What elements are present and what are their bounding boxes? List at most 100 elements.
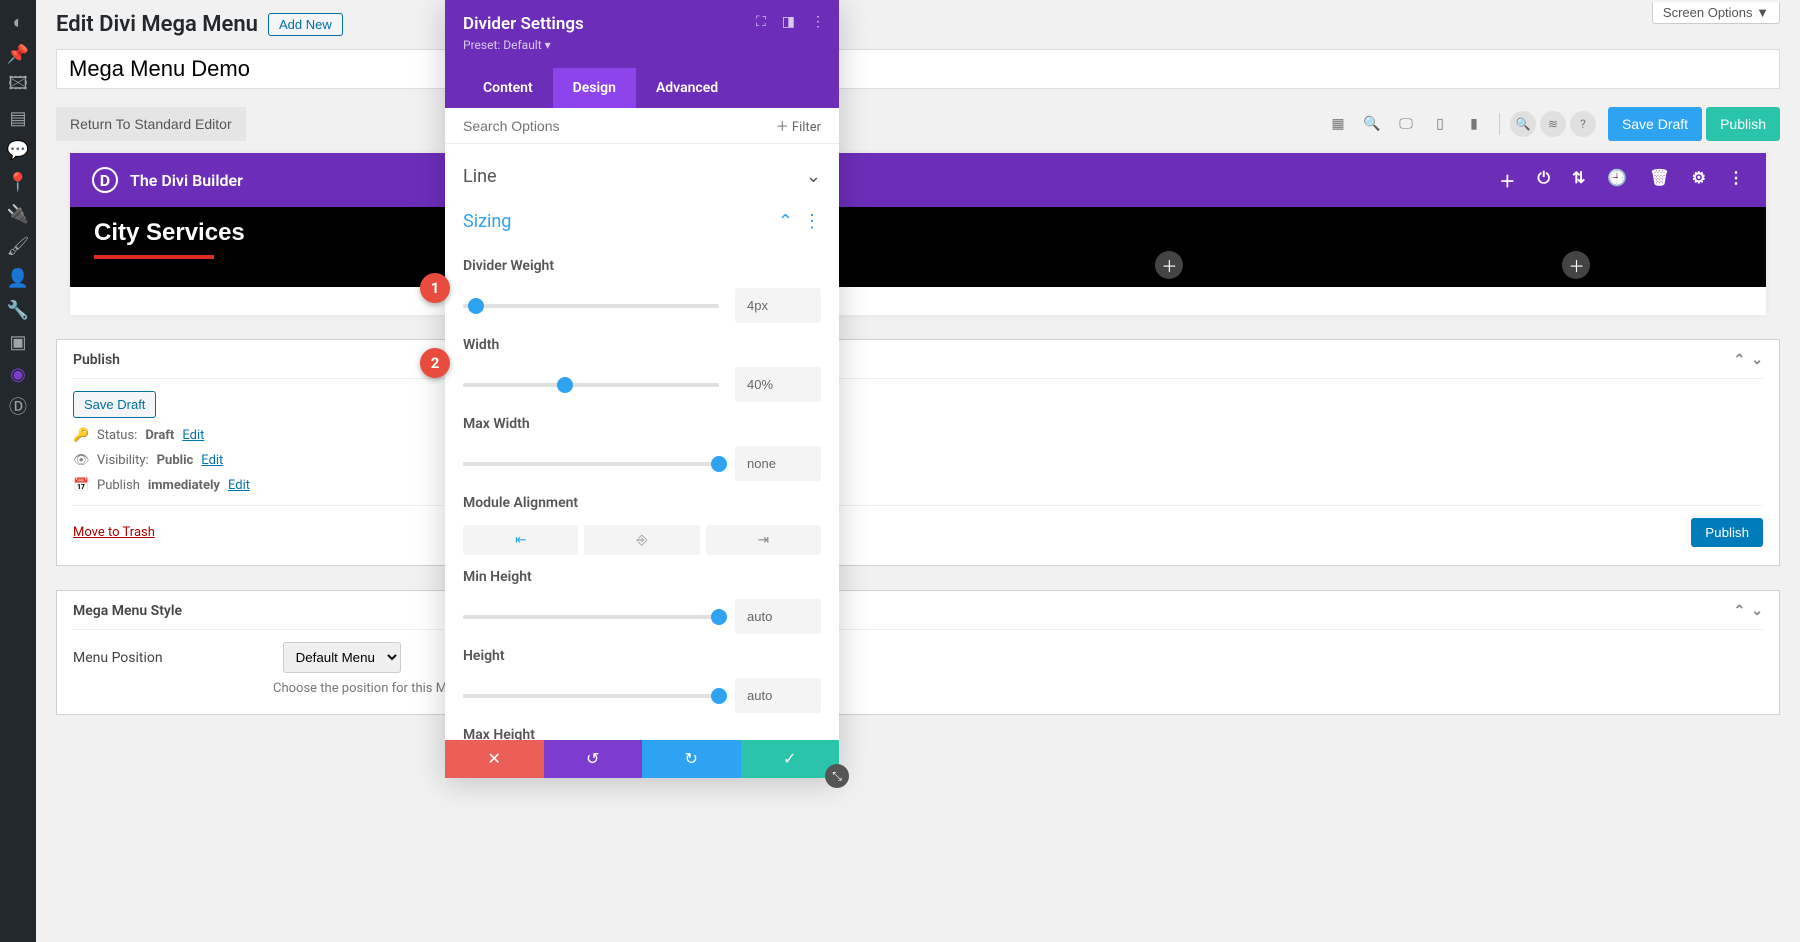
- section-sizing-label: Sizing: [463, 211, 511, 232]
- pin2-icon[interactable]: 📍: [0, 166, 36, 198]
- chevron-down-icon: ⌄: [806, 166, 821, 187]
- publish-button[interactable]: Publish: [1706, 107, 1780, 141]
- height-label: Height: [463, 648, 821, 664]
- save-draft-button[interactable]: Save Draft: [1608, 107, 1702, 141]
- modal-redo-button[interactable]: ↻: [642, 740, 741, 778]
- box-up-icon2[interactable]: ⌃: [1734, 603, 1746, 619]
- gear-icon[interactable]: ⚙: [1692, 168, 1706, 192]
- menu-position-select[interactable]: Default Menu: [283, 642, 401, 673]
- min-height-slider[interactable]: [463, 615, 719, 619]
- d-icon[interactable]: Ⓓ: [0, 390, 36, 422]
- publish-footer: Move to Trash Publish: [73, 505, 1763, 547]
- kebab2-icon[interactable]: ⋮: [811, 14, 825, 30]
- divi-icon[interactable]: ◉: [0, 358, 36, 390]
- plugins-icon[interactable]: 🔌: [0, 198, 36, 230]
- return-editor-button[interactable]: Return To Standard Editor: [56, 107, 246, 141]
- snap-icon[interactable]: ◨: [782, 14, 795, 30]
- add-column-button-1[interactable]: ＋: [1155, 251, 1183, 279]
- field-max-width: Max Width: [463, 416, 821, 481]
- box-down-icon2[interactable]: ⌄: [1751, 603, 1763, 619]
- visibility-edit-link[interactable]: Edit: [201, 453, 223, 468]
- pin-icon[interactable]: 📌: [0, 38, 36, 70]
- screen-options-button[interactable]: Screen Options ▼: [1652, 2, 1780, 24]
- max-width-label: Max Width: [463, 416, 821, 432]
- publish-button-2[interactable]: Publish: [1691, 518, 1763, 547]
- tools-icon[interactable]: 🔧: [0, 294, 36, 326]
- tablet-icon[interactable]: ▯: [1425, 109, 1455, 139]
- phone-icon[interactable]: ▮: [1459, 109, 1489, 139]
- builder-bar-title: The Divi Builder: [130, 171, 243, 190]
- search-options-input[interactable]: [463, 118, 776, 134]
- divi-builder-bar: D The Divi Builder ＋ ⏻ ⇅ 🕘 🗑 ⚙ ⋮: [70, 153, 1766, 207]
- help-icon[interactable]: ?: [1570, 111, 1596, 137]
- tab-advanced[interactable]: Advanced: [636, 68, 738, 108]
- max-width-slider[interactable]: [463, 462, 719, 466]
- settings-icon[interactable]: ▣: [0, 326, 36, 358]
- page-header: Edit Divi Mega Menu Add New Screen Optio…: [56, 12, 1780, 37]
- trash-icon[interactable]: 🗑: [1649, 168, 1669, 192]
- pages-icon[interactable]: ▤: [0, 102, 36, 134]
- section-line[interactable]: Line ⌄: [463, 154, 821, 199]
- appearance-icon[interactable]: 🖌: [0, 230, 36, 262]
- divider: [1499, 113, 1500, 135]
- modal-header[interactable]: Divider Settings Preset: Default ▾ ⛶ ◨ ⋮…: [445, 0, 839, 108]
- height-slider[interactable]: [463, 694, 719, 698]
- key-icon: 🔑: [73, 428, 89, 443]
- kebab-icon[interactable]: ⋮: [1728, 168, 1744, 192]
- divider-line[interactable]: [94, 255, 214, 259]
- min-height-label: Min Height: [463, 569, 821, 585]
- tab-design[interactable]: Design: [553, 68, 636, 108]
- width-label: Width: [463, 337, 821, 353]
- users-icon[interactable]: 👤: [0, 262, 36, 294]
- min-height-input[interactable]: [735, 599, 821, 634]
- layers-icon[interactable]: ≋: [1540, 111, 1566, 137]
- style-box-title: Mega Menu Style: [73, 603, 182, 619]
- modal-preset[interactable]: Preset: Default ▾: [463, 38, 821, 62]
- move-to-trash-link[interactable]: Move to Trash: [73, 525, 155, 540]
- height-input[interactable]: [735, 678, 821, 713]
- filter-button[interactable]: ＋ Filter: [776, 116, 821, 135]
- desktop-icon[interactable]: 🖵: [1391, 109, 1421, 139]
- schedule-edit-link[interactable]: Edit: [228, 478, 250, 493]
- post-title-input[interactable]: [56, 49, 1780, 89]
- annotation-2: 2: [420, 348, 450, 378]
- box-up-icon[interactable]: ⌃: [1734, 352, 1746, 368]
- comments-icon[interactable]: 💬: [0, 134, 36, 166]
- search2-icon[interactable]: 🔍: [1510, 111, 1536, 137]
- modal-cancel-button[interactable]: ✕: [445, 740, 544, 778]
- sort-icon[interactable]: ⇅: [1572, 168, 1585, 192]
- builder-padding: [70, 287, 1766, 315]
- wireframe-icon[interactable]: ▦: [1323, 109, 1353, 139]
- add-column-button-2[interactable]: ＋: [1562, 251, 1590, 279]
- tab-content[interactable]: Content: [463, 68, 553, 108]
- add-new-button[interactable]: Add New: [268, 13, 343, 36]
- save-draft-small-button[interactable]: Save Draft: [73, 391, 156, 418]
- modal-resize-handle[interactable]: ⤡: [825, 764, 849, 788]
- section-kebab-icon[interactable]: ⋮: [803, 211, 821, 232]
- dashboard-icon[interactable]: ◐: [0, 6, 36, 38]
- divider-weight-slider[interactable]: [463, 304, 719, 308]
- main-content: Edit Divi Mega Menu Add New Screen Optio…: [36, 0, 1800, 755]
- publish-box-title: Publish: [73, 352, 120, 368]
- modal-undo-button[interactable]: ↺: [544, 740, 643, 778]
- history-icon[interactable]: 🕘: [1607, 168, 1627, 192]
- city-services-heading[interactable]: City Services: [94, 219, 1742, 247]
- media-icon[interactable]: 🖾: [0, 70, 36, 102]
- width-input[interactable]: [735, 367, 821, 402]
- max-width-input[interactable]: [735, 446, 821, 481]
- width-slider[interactable]: [463, 383, 719, 387]
- align-left-button[interactable]: ⇤: [463, 525, 578, 555]
- power-icon[interactable]: ⏻: [1537, 168, 1550, 192]
- align-right-button[interactable]: ⇥: [706, 525, 821, 555]
- status-edit-link[interactable]: Edit: [182, 428, 204, 443]
- field-module-alignment: Module Alignment ⇤ ⎆ ⇥: [463, 495, 821, 555]
- box-down-icon[interactable]: ⌄: [1751, 352, 1763, 368]
- expand-icon[interactable]: ⛶: [756, 14, 766, 30]
- zoom-icon[interactable]: 🔍: [1357, 109, 1387, 139]
- divider-weight-input[interactable]: [735, 288, 821, 323]
- modal-save-button[interactable]: ✓: [741, 740, 840, 778]
- add-icon[interactable]: ＋: [1499, 168, 1515, 192]
- field-divider-weight: Divider Weight: [463, 258, 821, 323]
- section-sizing[interactable]: Sizing ⌃ ⋮: [463, 199, 821, 244]
- align-center-button[interactable]: ⎆: [584, 525, 699, 555]
